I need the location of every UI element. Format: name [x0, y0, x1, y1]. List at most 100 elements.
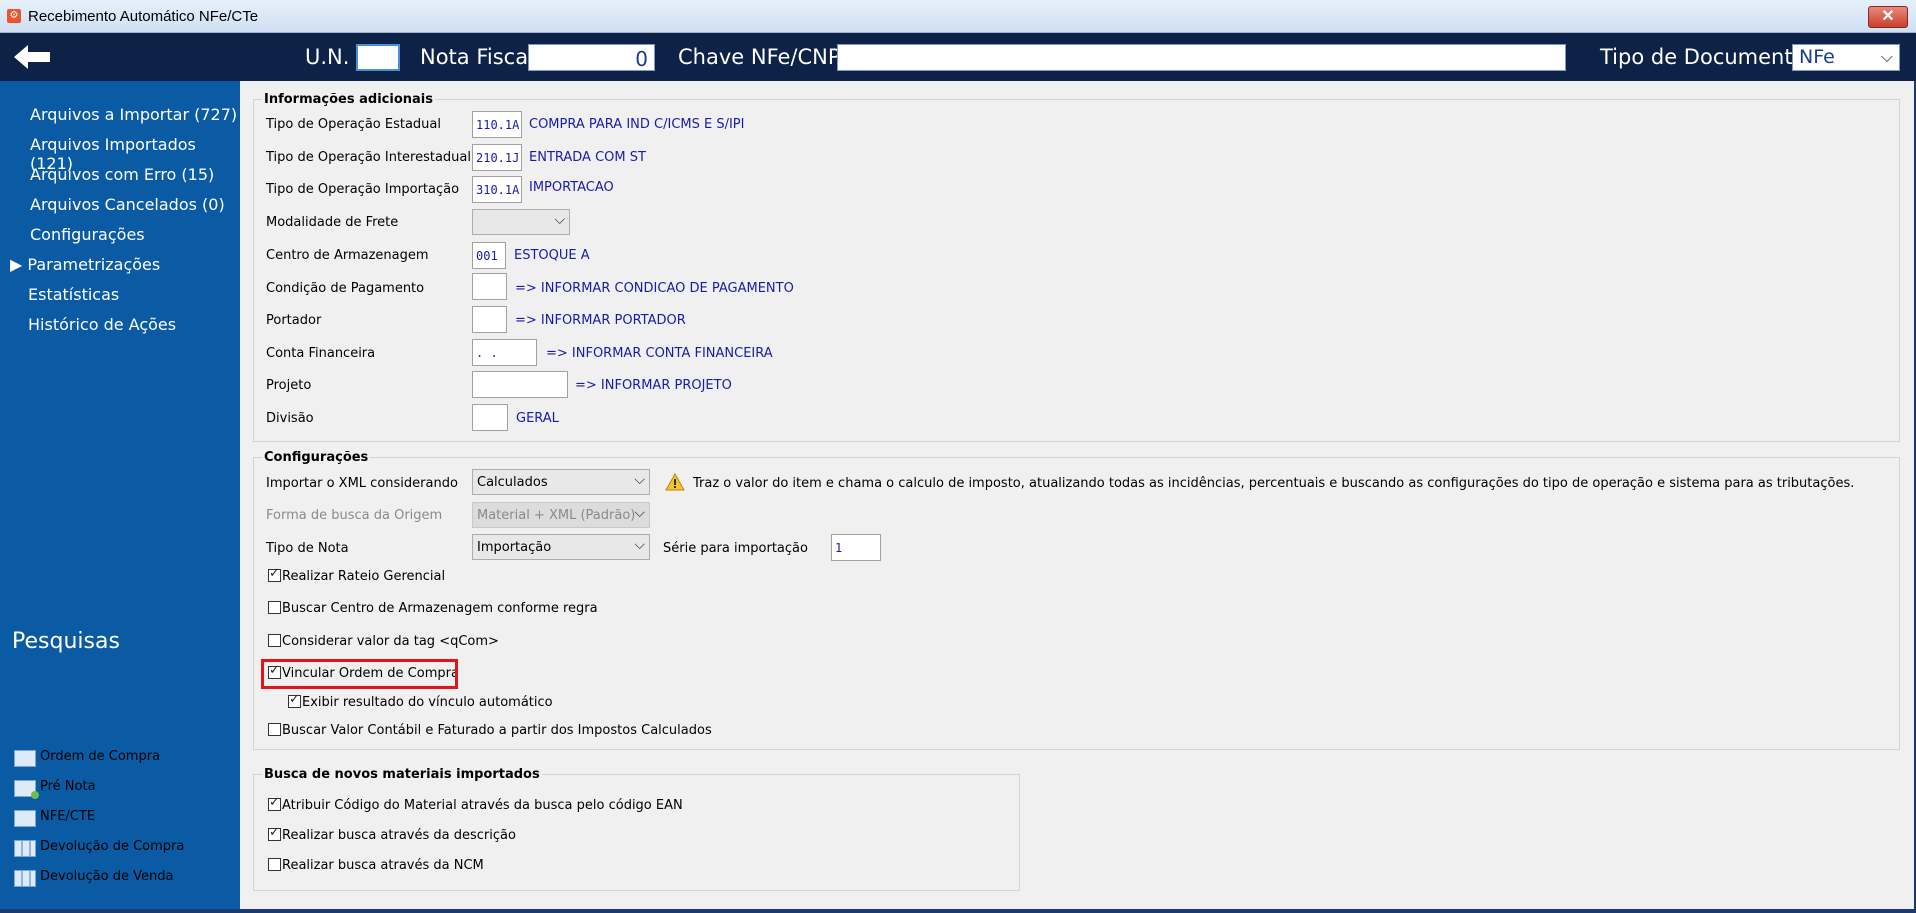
- window-add-icon: [14, 780, 39, 799]
- tipo-nota-label: Tipo de Nota: [266, 541, 349, 556]
- tipo-nota-value: Importação: [477, 540, 552, 555]
- projeto-input[interactable]: [472, 371, 568, 398]
- checkbox-unchecked-icon: [268, 634, 281, 647]
- serie-importacao-input[interactable]: 1: [831, 534, 881, 561]
- tipo-documento-value: NFe: [1799, 46, 1835, 68]
- nota-fiscal-input[interactable]: 0: [528, 44, 655, 71]
- checkbox-label: Exibir resultado do vínculo automático: [302, 695, 553, 710]
- tipo-op-interestadual-input[interactable]: 210.1J: [472, 144, 522, 171]
- exibir-resultado-checkbox[interactable]: Exibir resultado do vínculo automático: [288, 692, 553, 711]
- centro-armazenagem-label: Centro de Armazenagem: [266, 248, 429, 263]
- busca-descricao-checkbox[interactable]: Realizar busca através da descrição: [268, 825, 516, 844]
- tipo-op-estadual-desc: COMPRA PARA IND C/ICMS E S/IPI: [529, 117, 745, 132]
- checkbox-checked-icon: [268, 566, 281, 582]
- chevron-down-icon: ⌵: [634, 505, 645, 521]
- importar-xml-label: Importar o XML considerando: [266, 476, 458, 491]
- search-item-label: Pré Nota: [40, 779, 96, 794]
- tipo-op-interestadual-desc: ENTRADA COM ST: [529, 150, 646, 165]
- sidebar-item-arquivos-importar[interactable]: Arquivos a Importar (727): [30, 105, 237, 124]
- modalidade-frete-label: Modalidade de Frete: [266, 215, 399, 230]
- sidebar: Arquivos a Importar (727) Arquivos Impor…: [0, 81, 240, 909]
- busca-legend: Busca de novos materiais importados: [264, 767, 540, 782]
- sidebar-item-historico[interactable]: Histórico de Ações: [28, 315, 176, 334]
- buscar-centro-checkbox[interactable]: Buscar Centro de Armazenagem conforme re…: [268, 601, 598, 617]
- checkbox-label: Buscar Valor Contábil e Faturado a parti…: [282, 723, 712, 738]
- checkbox-label: Realizar Rateio Gerencial: [282, 569, 446, 584]
- conta-financeira-desc: => INFORMAR CONTA FINANCEIRA: [546, 346, 773, 361]
- modalidade-frete-select[interactable]: ⌵: [472, 209, 570, 235]
- chevron-down-icon: ⌵: [634, 537, 645, 553]
- chave-label: Chave NFe/CNPJ: [678, 45, 847, 69]
- tipo-documento-select[interactable]: NFe ⌵: [1792, 44, 1900, 71]
- search-item-label: Devolução de Compra: [40, 839, 185, 854]
- app-icon: ⚙: [7, 9, 21, 23]
- checkbox-label: Atribuir Código do Material através da b…: [282, 798, 683, 813]
- considerar-qcom-checkbox[interactable]: Considerar valor da tag <qCom>: [268, 634, 499, 650]
- buscar-valor-contabil-checkbox[interactable]: Buscar Valor Contábil e Faturado a parti…: [268, 723, 712, 739]
- serie-importacao-label: Série para importação: [663, 541, 808, 556]
- sidebar-item-arquivos-erro[interactable]: Arquivos com Erro (15): [30, 165, 214, 184]
- chave-input[interactable]: [837, 44, 1566, 71]
- config-legend: Configurações: [264, 450, 369, 465]
- importar-xml-value: Calculados: [477, 475, 548, 490]
- centro-armazenagem-desc: ESTOQUE A: [514, 248, 590, 263]
- pesquisas-heading: Pesquisas: [12, 629, 120, 654]
- importar-xml-hint: Traz o valor do item e chama o calculo d…: [693, 476, 1855, 491]
- window-title: Recebimento Automático NFe/CTe: [28, 8, 259, 25]
- portador-input[interactable]: [472, 306, 507, 333]
- search-item-label: Ordem de Compra: [40, 749, 161, 764]
- realizar-rateio-checkbox[interactable]: Realizar Rateio Gerencial: [268, 566, 446, 585]
- un-input[interactable]: [356, 44, 400, 71]
- tipo-documento-label: Tipo de Documento: [1600, 45, 1806, 69]
- un-label: U.N.: [305, 45, 350, 69]
- checkbox-label: Realizar busca através da NCM: [282, 858, 484, 873]
- checkbox-checked-icon: [268, 795, 281, 811]
- divisao-label: Divisão: [266, 411, 314, 426]
- chevron-down-icon: ⌵: [1880, 47, 1893, 66]
- checkbox-unchecked-icon: [268, 858, 281, 871]
- tipo-op-interestadual-label: Tipo de Operação Interestadual: [266, 150, 471, 165]
- projeto-desc: => INFORMAR PROJETO: [575, 378, 732, 393]
- projeto-label: Projeto: [266, 378, 312, 393]
- close-button[interactable]: ✕: [1868, 6, 1908, 28]
- window-bottom-border: [0, 909, 1916, 913]
- search-item-label: Devolução de Venda: [40, 869, 174, 884]
- condicao-pagamento-input[interactable]: [472, 273, 507, 300]
- busca-ncm-checkbox[interactable]: Realizar busca através da NCM: [268, 858, 484, 874]
- forma-busca-label: Forma de busca da Origem: [266, 508, 443, 523]
- sidebar-item-estatisticas[interactable]: Estatísticas: [28, 285, 119, 304]
- info-legend: Informações adicionais: [264, 92, 433, 107]
- condicao-pagamento-label: Condição de Pagamento: [266, 281, 425, 296]
- back-arrow-icon[interactable]: [10, 39, 54, 75]
- divisao-desc: GERAL: [516, 411, 559, 426]
- window-titlebar: ⚙ Recebimento Automático NFe/CTe ✕: [0, 0, 1916, 33]
- windows-icon: [14, 810, 36, 827]
- grid-icon: [14, 840, 36, 857]
- chevron-down-icon: ⌵: [554, 212, 565, 228]
- checkbox-label: Realizar busca através da descrição: [282, 828, 516, 843]
- checkbox-unchecked-icon: [268, 601, 281, 614]
- tipo-op-importacao-input[interactable]: 310.1A: [472, 176, 522, 203]
- nota-fiscal-label: Nota Fiscal: [420, 45, 534, 69]
- grid-icon: [14, 870, 36, 887]
- tipo-op-estadual-label: Tipo de Operação Estadual: [266, 117, 441, 132]
- divisao-input[interactable]: [472, 404, 508, 431]
- condicao-pagamento-desc: => INFORMAR CONDICAO DE PAGAMENTO: [515, 281, 794, 296]
- atribuir-codigo-ean-checkbox[interactable]: Atribuir Código do Material através da b…: [268, 795, 683, 814]
- tipo-nota-select[interactable]: Importação ⌵: [472, 534, 650, 560]
- tipo-op-importacao-label: Tipo de Operação Importação: [266, 182, 460, 197]
- tipo-op-estadual-input[interactable]: 110.1A: [472, 111, 522, 138]
- sidebar-item-arquivos-cancelados[interactable]: Arquivos Cancelados (0): [30, 195, 225, 214]
- conta-financeira-input[interactable]: . .: [472, 339, 537, 366]
- tipo-op-importacao-desc: IMPORTACAO: [529, 180, 614, 195]
- checkbox-checked-icon: [288, 692, 301, 708]
- portador-label: Portador: [266, 313, 322, 328]
- sidebar-item-configuracoes[interactable]: Configurações: [30, 225, 145, 244]
- highlight-box: [261, 659, 458, 689]
- forma-busca-value: Material + XML (Padrão): [477, 508, 636, 523]
- conta-financeira-label: Conta Financeira: [266, 346, 376, 361]
- checkbox-label: Considerar valor da tag <qCom>: [282, 634, 499, 649]
- centro-armazenagem-input[interactable]: 001: [472, 242, 506, 269]
- sidebar-item-parametrizacoes[interactable]: ▶ Parametrizações: [10, 255, 160, 274]
- importar-xml-select[interactable]: Calculados ⌵: [472, 469, 650, 495]
